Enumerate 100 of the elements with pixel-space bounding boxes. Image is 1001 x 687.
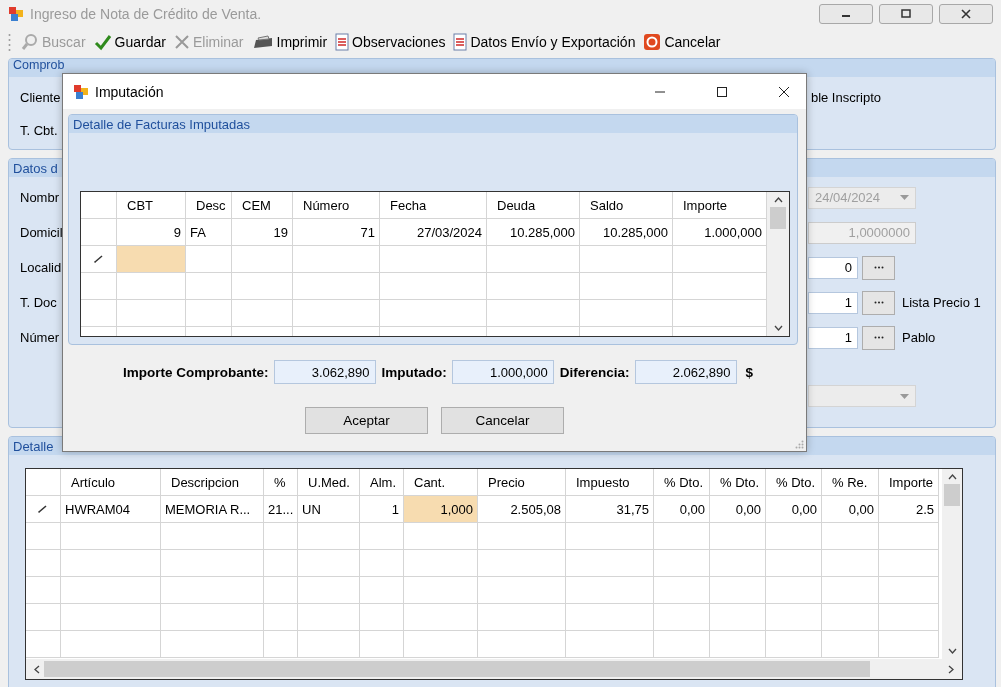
total-field: 2.062,890: [634, 360, 737, 384]
table-cell: [117, 273, 186, 300]
table-cell: [822, 604, 879, 631]
column-header[interactable]: Deuda: [487, 192, 580, 219]
caret-icon: [900, 195, 909, 200]
total-label: Importe Comprobante:: [123, 364, 269, 380]
column-header[interactable]: Artículo: [61, 469, 161, 496]
table-cell: [822, 550, 879, 577]
column-header[interactable]: Impuesto: [566, 469, 654, 496]
close-icon[interactable]: [778, 85, 790, 98]
column-header[interactable]: Alm.: [360, 469, 404, 496]
table-cell: MEMORIA R...: [161, 496, 264, 523]
input-field[interactable]: 1: [808, 326, 858, 349]
table-cell: 71: [293, 219, 380, 246]
table-cell: [298, 577, 360, 604]
minimize-button[interactable]: [819, 4, 873, 24]
lookup-button[interactable]: [862, 255, 895, 280]
table-cell: [710, 604, 766, 631]
field-label: T. Cbt.: [20, 123, 58, 138]
table-cell: HWRAM04: [61, 496, 161, 523]
table-cell: [186, 300, 232, 327]
table-cell: [822, 523, 879, 550]
checkmark-icon: [93, 33, 112, 51]
column-header[interactable]: % Re.: [822, 469, 879, 496]
toolbar-button[interactable]: Observaciones: [331, 33, 450, 51]
field-value: Pablo: [902, 330, 936, 345]
horizontal-scrollbar[interactable]: [26, 659, 962, 679]
table-cell: 2.5: [879, 496, 939, 523]
vertical-scrollbar[interactable]: [767, 192, 789, 336]
dialog-button[interactable]: Cancelar: [441, 407, 564, 434]
table-cell: [360, 577, 404, 604]
column-header[interactable]: %: [264, 469, 298, 496]
toolbar-button[interactable]: Datos Envío y Exportación: [449, 33, 640, 51]
column-header[interactable]: CBT: [117, 192, 186, 219]
total-label: Diferencia:: [559, 364, 630, 380]
input-field[interactable]: 1: [808, 291, 858, 314]
table-cell: [264, 577, 298, 604]
pencil-icon: [38, 505, 48, 513]
table-cell: [232, 246, 293, 273]
table-cell: 0,00: [766, 496, 822, 523]
column-header[interactable]: % Dto.: [654, 469, 710, 496]
table-cell: [654, 523, 710, 550]
field-label: T. Doc: [20, 295, 57, 310]
table-cell: 19: [232, 219, 293, 246]
vertical-scrollbar[interactable]: [942, 469, 962, 659]
table-cell: [360, 604, 404, 631]
column-header[interactable]: Saldo: [580, 192, 673, 219]
total-field: 1.000,000: [451, 360, 554, 384]
input-field[interactable]: 0: [808, 256, 858, 279]
table-cell: [654, 631, 710, 658]
toolbar-button[interactable]: Cancelar: [639, 33, 725, 51]
column-header[interactable]: Número: [293, 192, 380, 219]
table-cell: [879, 550, 939, 577]
toolbar-button[interactable]: Guardar: [89, 33, 170, 51]
field-label: ble Inscripto: [810, 90, 881, 105]
lookup-button[interactable]: [862, 325, 895, 350]
lookup-button[interactable]: [862, 290, 895, 315]
scrollbar-thumb[interactable]: [944, 484, 960, 506]
table-cell: [186, 246, 232, 273]
table-cell: [264, 604, 298, 631]
column-header[interactable]: Desc: [186, 192, 232, 219]
column-header[interactable]: % Dto.: [710, 469, 766, 496]
scrollbar-thumb[interactable]: [770, 207, 786, 229]
cancel-icon: [643, 33, 662, 51]
pencil-icon: [93, 255, 104, 263]
table-cell: [766, 523, 822, 550]
close-button[interactable]: [939, 4, 993, 24]
table-cell: UN: [298, 496, 360, 523]
window-title: Ingreso de Nota de Crédito de Venta.: [30, 6, 262, 22]
column-header[interactable]: Descripcion: [161, 469, 264, 496]
table-cell: 31,75: [566, 496, 654, 523]
table-cell: FA: [186, 219, 232, 246]
maximize-icon[interactable]: [716, 85, 728, 98]
column-header[interactable]: CEM: [232, 192, 293, 219]
column-header[interactable]: U.Med.: [298, 469, 360, 496]
dialog-button[interactable]: Aceptar: [305, 407, 428, 434]
column-header[interactable]: Importe: [879, 469, 939, 496]
table-cell: [654, 577, 710, 604]
restore-icon: [900, 9, 912, 19]
column-header[interactable]: Fecha: [380, 192, 487, 219]
table-cell: [232, 300, 293, 327]
search-icon: [21, 33, 39, 51]
table-cell: 21...: [264, 496, 298, 523]
ellipsis-icon: [873, 301, 884, 304]
column-header[interactable]: % Dto.: [766, 469, 822, 496]
restore-button[interactable]: [879, 4, 933, 24]
table-cell: [298, 604, 360, 631]
group-title: Comprob: [13, 59, 65, 72]
scrollbar-thumb[interactable]: [44, 661, 870, 677]
table-cell: 1,000: [404, 496, 478, 523]
column-header[interactable]: Precio: [478, 469, 566, 496]
toolbar-button[interactable]: Imprimir: [247, 34, 332, 50]
table-cell: [298, 523, 360, 550]
table-cell: [360, 523, 404, 550]
table-cell: [117, 300, 186, 327]
table-cell: [879, 577, 939, 604]
resize-grip-icon[interactable]: [795, 440, 804, 449]
table-cell: 2.505,08: [478, 496, 566, 523]
caret-icon: [900, 393, 909, 399]
dialog-title: Imputación: [95, 83, 164, 100]
